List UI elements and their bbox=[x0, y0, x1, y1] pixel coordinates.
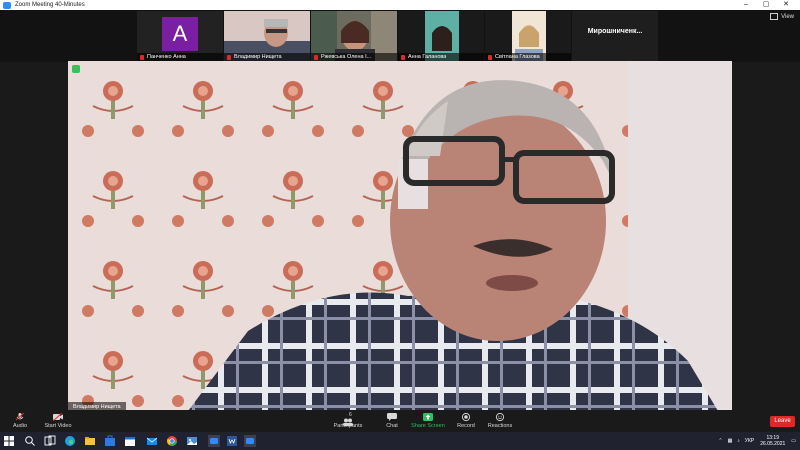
participants-icon-group: 6 bbox=[337, 412, 359, 426]
participant-tile[interactable]: Владимир Нищета bbox=[224, 11, 310, 61]
share-screen-label: Share Screen bbox=[411, 423, 445, 429]
speaker-name: Владимир Нищета bbox=[73, 403, 121, 410]
video-app-icon[interactable] bbox=[244, 435, 256, 447]
chrome-icon[interactable] bbox=[166, 435, 178, 447]
tile-namebar: Анна Галанова bbox=[398, 53, 484, 61]
system-tray: ⌃ ▦ ♪ УКР 13:19 26.05.2021 ▭ bbox=[718, 434, 796, 448]
share-screen-icon bbox=[423, 413, 433, 421]
network-icon[interactable]: ▦ bbox=[728, 438, 733, 444]
mic-muted-icon bbox=[401, 54, 405, 60]
microphone-muted-icon bbox=[15, 413, 25, 421]
view-label: View bbox=[781, 13, 794, 20]
participant-name: Світлана Глазова bbox=[495, 54, 540, 60]
chat-bubble-icon bbox=[387, 413, 397, 421]
participants-count: 6 bbox=[349, 412, 352, 418]
zoom-app-icon bbox=[3, 1, 11, 9]
chat-button[interactable]: Chat bbox=[372, 410, 412, 432]
mail-icon[interactable] bbox=[146, 435, 158, 447]
speaker-video-frame bbox=[68, 61, 732, 411]
view-button[interactable]: View bbox=[770, 13, 794, 20]
mic-muted-icon bbox=[314, 54, 318, 60]
word-icon[interactable] bbox=[226, 435, 238, 447]
avatar: A bbox=[162, 17, 198, 51]
window-titlebar: Zoom Meeting 40-Minutes – ▢ ✕ bbox=[0, 0, 800, 10]
participant-tile[interactable]: Ржевська Олена І... bbox=[311, 11, 397, 61]
edge-browser-icon[interactable] bbox=[64, 435, 76, 447]
encryption-shield-icon[interactable] bbox=[72, 65, 80, 73]
participant-name: Панченко Анна bbox=[147, 54, 186, 60]
grid-view-icon bbox=[770, 13, 779, 20]
participant-name-placeholder: Мирошниченк... bbox=[587, 28, 643, 35]
smiley-icon bbox=[495, 413, 505, 421]
camera-off-icon bbox=[53, 413, 63, 421]
participant-tile[interactable]: Анна Галанова bbox=[398, 11, 484, 61]
search-icon[interactable] bbox=[24, 435, 36, 447]
tile-namebar: Владимир Нищета bbox=[224, 53, 310, 61]
mic-muted-icon bbox=[227, 54, 231, 60]
record-icon bbox=[461, 413, 471, 421]
window-controls: – ▢ ✕ bbox=[736, 0, 796, 10]
window-title: Zoom Meeting 40-Minutes bbox=[15, 2, 85, 8]
reactions-button[interactable]: Reactions bbox=[480, 410, 520, 432]
start-video-button[interactable]: Start Video bbox=[38, 410, 78, 432]
close-button[interactable]: ✕ bbox=[776, 0, 796, 10]
speaker-icon[interactable]: ♪ bbox=[737, 438, 740, 444]
participant-strip: A Панченко Анна Владимир Нищета Ржевська… bbox=[0, 10, 800, 62]
participant-name: Анна Галанова bbox=[408, 54, 447, 60]
meeting-toolbar: Audio Start Video 6 Participants Chat Sh… bbox=[0, 410, 800, 432]
mic-muted-icon bbox=[140, 54, 144, 60]
leave-button[interactable]: Leave bbox=[770, 416, 795, 427]
participant-tile[interactable]: Світлана Глазова bbox=[485, 11, 571, 61]
zoom-taskbar-icon[interactable] bbox=[208, 435, 220, 447]
tile-namebar: Світлана Глазова bbox=[485, 53, 571, 61]
share-screen-button[interactable]: Share Screen bbox=[408, 410, 448, 432]
maximize-button[interactable]: ▢ bbox=[756, 0, 776, 10]
participants-button[interactable]: 6 Participants bbox=[328, 410, 368, 432]
windows-taskbar: ⌃ ▦ ♪ УКР 13:19 26.05.2021 ▭ bbox=[0, 432, 800, 450]
notification-icon[interactable]: ▭ bbox=[791, 438, 796, 444]
start-video-label: Start Video bbox=[44, 423, 72, 429]
mic-muted-icon bbox=[488, 54, 492, 60]
participant-name: Ржевська Олена І... bbox=[321, 54, 372, 60]
store-icon[interactable] bbox=[104, 435, 116, 447]
photos-icon[interactable] bbox=[186, 435, 198, 447]
tile-namebar: Панченко Анна bbox=[137, 53, 223, 61]
participant-tile[interactable]: A Панченко Анна bbox=[137, 11, 223, 61]
audio-button[interactable]: Audio bbox=[0, 410, 40, 432]
reactions-label: Reactions bbox=[487, 423, 513, 429]
chevron-up-icon[interactable]: ⌃ bbox=[718, 438, 722, 444]
language-indicator[interactable]: УКР bbox=[745, 438, 754, 444]
audio-label: Audio bbox=[12, 423, 28, 429]
people-icon bbox=[343, 418, 353, 426]
active-speaker-video: Владимир Нищета bbox=[68, 61, 732, 411]
participant-tile[interactable]: Мирошниченк... bbox=[572, 11, 658, 61]
file-explorer-icon[interactable] bbox=[84, 435, 96, 447]
clock-date: 26.05.2021 bbox=[760, 441, 786, 447]
minimize-button[interactable]: – bbox=[736, 0, 756, 10]
system-clock[interactable]: 13:19 26.05.2021 bbox=[760, 435, 785, 447]
windows-start-icon[interactable] bbox=[4, 436, 14, 446]
calendar-icon[interactable] bbox=[124, 435, 136, 447]
task-view-icon[interactable] bbox=[44, 435, 56, 447]
participant-name: Владимир Нищета bbox=[234, 54, 282, 60]
tile-namebar: Ржевська Олена І... bbox=[311, 53, 397, 61]
chat-label: Chat bbox=[386, 423, 398, 429]
meeting-stage: A Панченко Анна Владимир Нищета Ржевська… bbox=[0, 10, 800, 411]
